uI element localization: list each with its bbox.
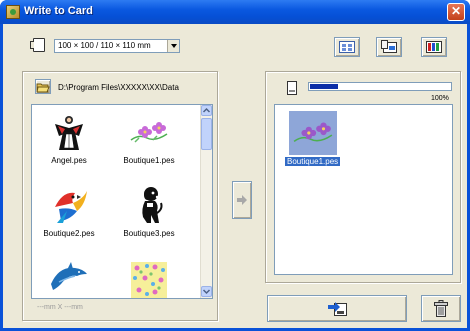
right-arrow-icon xyxy=(237,195,247,205)
card-size-icon xyxy=(30,38,45,52)
card-size-value: 100 × 100 / 110 × 110 mm xyxy=(58,41,151,50)
transfer-button[interactable] xyxy=(232,181,252,219)
list-item[interactable] xyxy=(34,256,104,298)
flowers-embroidery-icon xyxy=(130,122,168,143)
angel-embroidery-icon xyxy=(55,116,83,150)
scroll-down-button[interactable] xyxy=(201,286,212,297)
chevron-down-icon xyxy=(202,289,211,295)
progress-percent: 100% xyxy=(431,95,449,102)
open-folder-icon xyxy=(36,83,50,93)
source-file-list[interactable]: Angel.pes Boutique1.pes Boutique2.pes Bo… xyxy=(31,104,213,299)
file-name: Boutique1.pes xyxy=(285,157,341,166)
card-write-icon xyxy=(381,40,397,53)
progress-fill xyxy=(310,84,338,89)
layout-button[interactable] xyxy=(334,37,360,57)
layout-icon xyxy=(339,41,355,53)
window-title: Write to Card xyxy=(24,5,93,17)
chevron-up-icon xyxy=(202,107,211,113)
floral-pattern-embroidery-icon xyxy=(131,262,167,298)
dolphin-embroidery-icon xyxy=(51,262,87,290)
list-item[interactable]: Boutique1.pes xyxy=(114,110,184,172)
scroll-thumb[interactable] xyxy=(201,118,212,150)
write-to-card-window: Write to Card ✕ 100 × 100 / 110 × 110 mm xyxy=(0,0,470,331)
file-name: Boutique2.pes xyxy=(43,229,95,238)
card-size-select[interactable]: 100 × 100 / 110 × 110 mm xyxy=(54,39,180,53)
card-write-button[interactable] xyxy=(376,37,402,57)
folder-button[interactable] xyxy=(35,79,51,94)
folder-path: D:\Program Files\XXXXX\XX\Data xyxy=(58,83,179,92)
card-file-list[interactable]: Boutique1.pes xyxy=(274,104,453,275)
scroll-up-button[interactable] xyxy=(201,105,212,116)
close-button[interactable]: ✕ xyxy=(447,3,465,21)
dialog-body: 100 × 100 / 110 × 110 mm D:\Program File… xyxy=(3,24,467,328)
dog-embroidery-icon xyxy=(142,187,163,223)
flowers-embroidery-icon xyxy=(293,122,333,143)
file-name: Boutique3.pes xyxy=(123,229,175,238)
color-table-icon xyxy=(426,41,442,53)
file-name: Boutique1.pes xyxy=(123,156,175,165)
title-bar: Write to Card ✕ xyxy=(0,0,470,24)
app-icon xyxy=(6,5,20,19)
delete-button[interactable] xyxy=(421,295,461,322)
list-item[interactable]: Boutique2.pes xyxy=(34,183,104,245)
source-list-scrollbar[interactable] xyxy=(200,105,212,298)
chevron-down-icon[interactable] xyxy=(167,40,179,52)
parrot-embroidery-icon xyxy=(55,191,87,223)
delete-icon xyxy=(434,300,448,317)
card-icon xyxy=(287,81,297,95)
design-size-readout: ---mm X ---mm xyxy=(37,304,83,311)
write-to-card-icon xyxy=(328,302,347,316)
color-table-button[interactable] xyxy=(421,37,447,57)
list-item[interactable]: Boutique1.pes xyxy=(285,109,341,169)
list-item[interactable] xyxy=(114,256,184,298)
file-name: Angel.pes xyxy=(51,156,87,165)
write-to-card-button[interactable] xyxy=(267,295,407,322)
selected-thumbnail xyxy=(289,111,337,155)
list-item[interactable]: Angel.pes xyxy=(34,110,104,172)
list-item[interactable]: Boutique3.pes xyxy=(114,183,184,245)
card-capacity-bar xyxy=(308,82,452,91)
